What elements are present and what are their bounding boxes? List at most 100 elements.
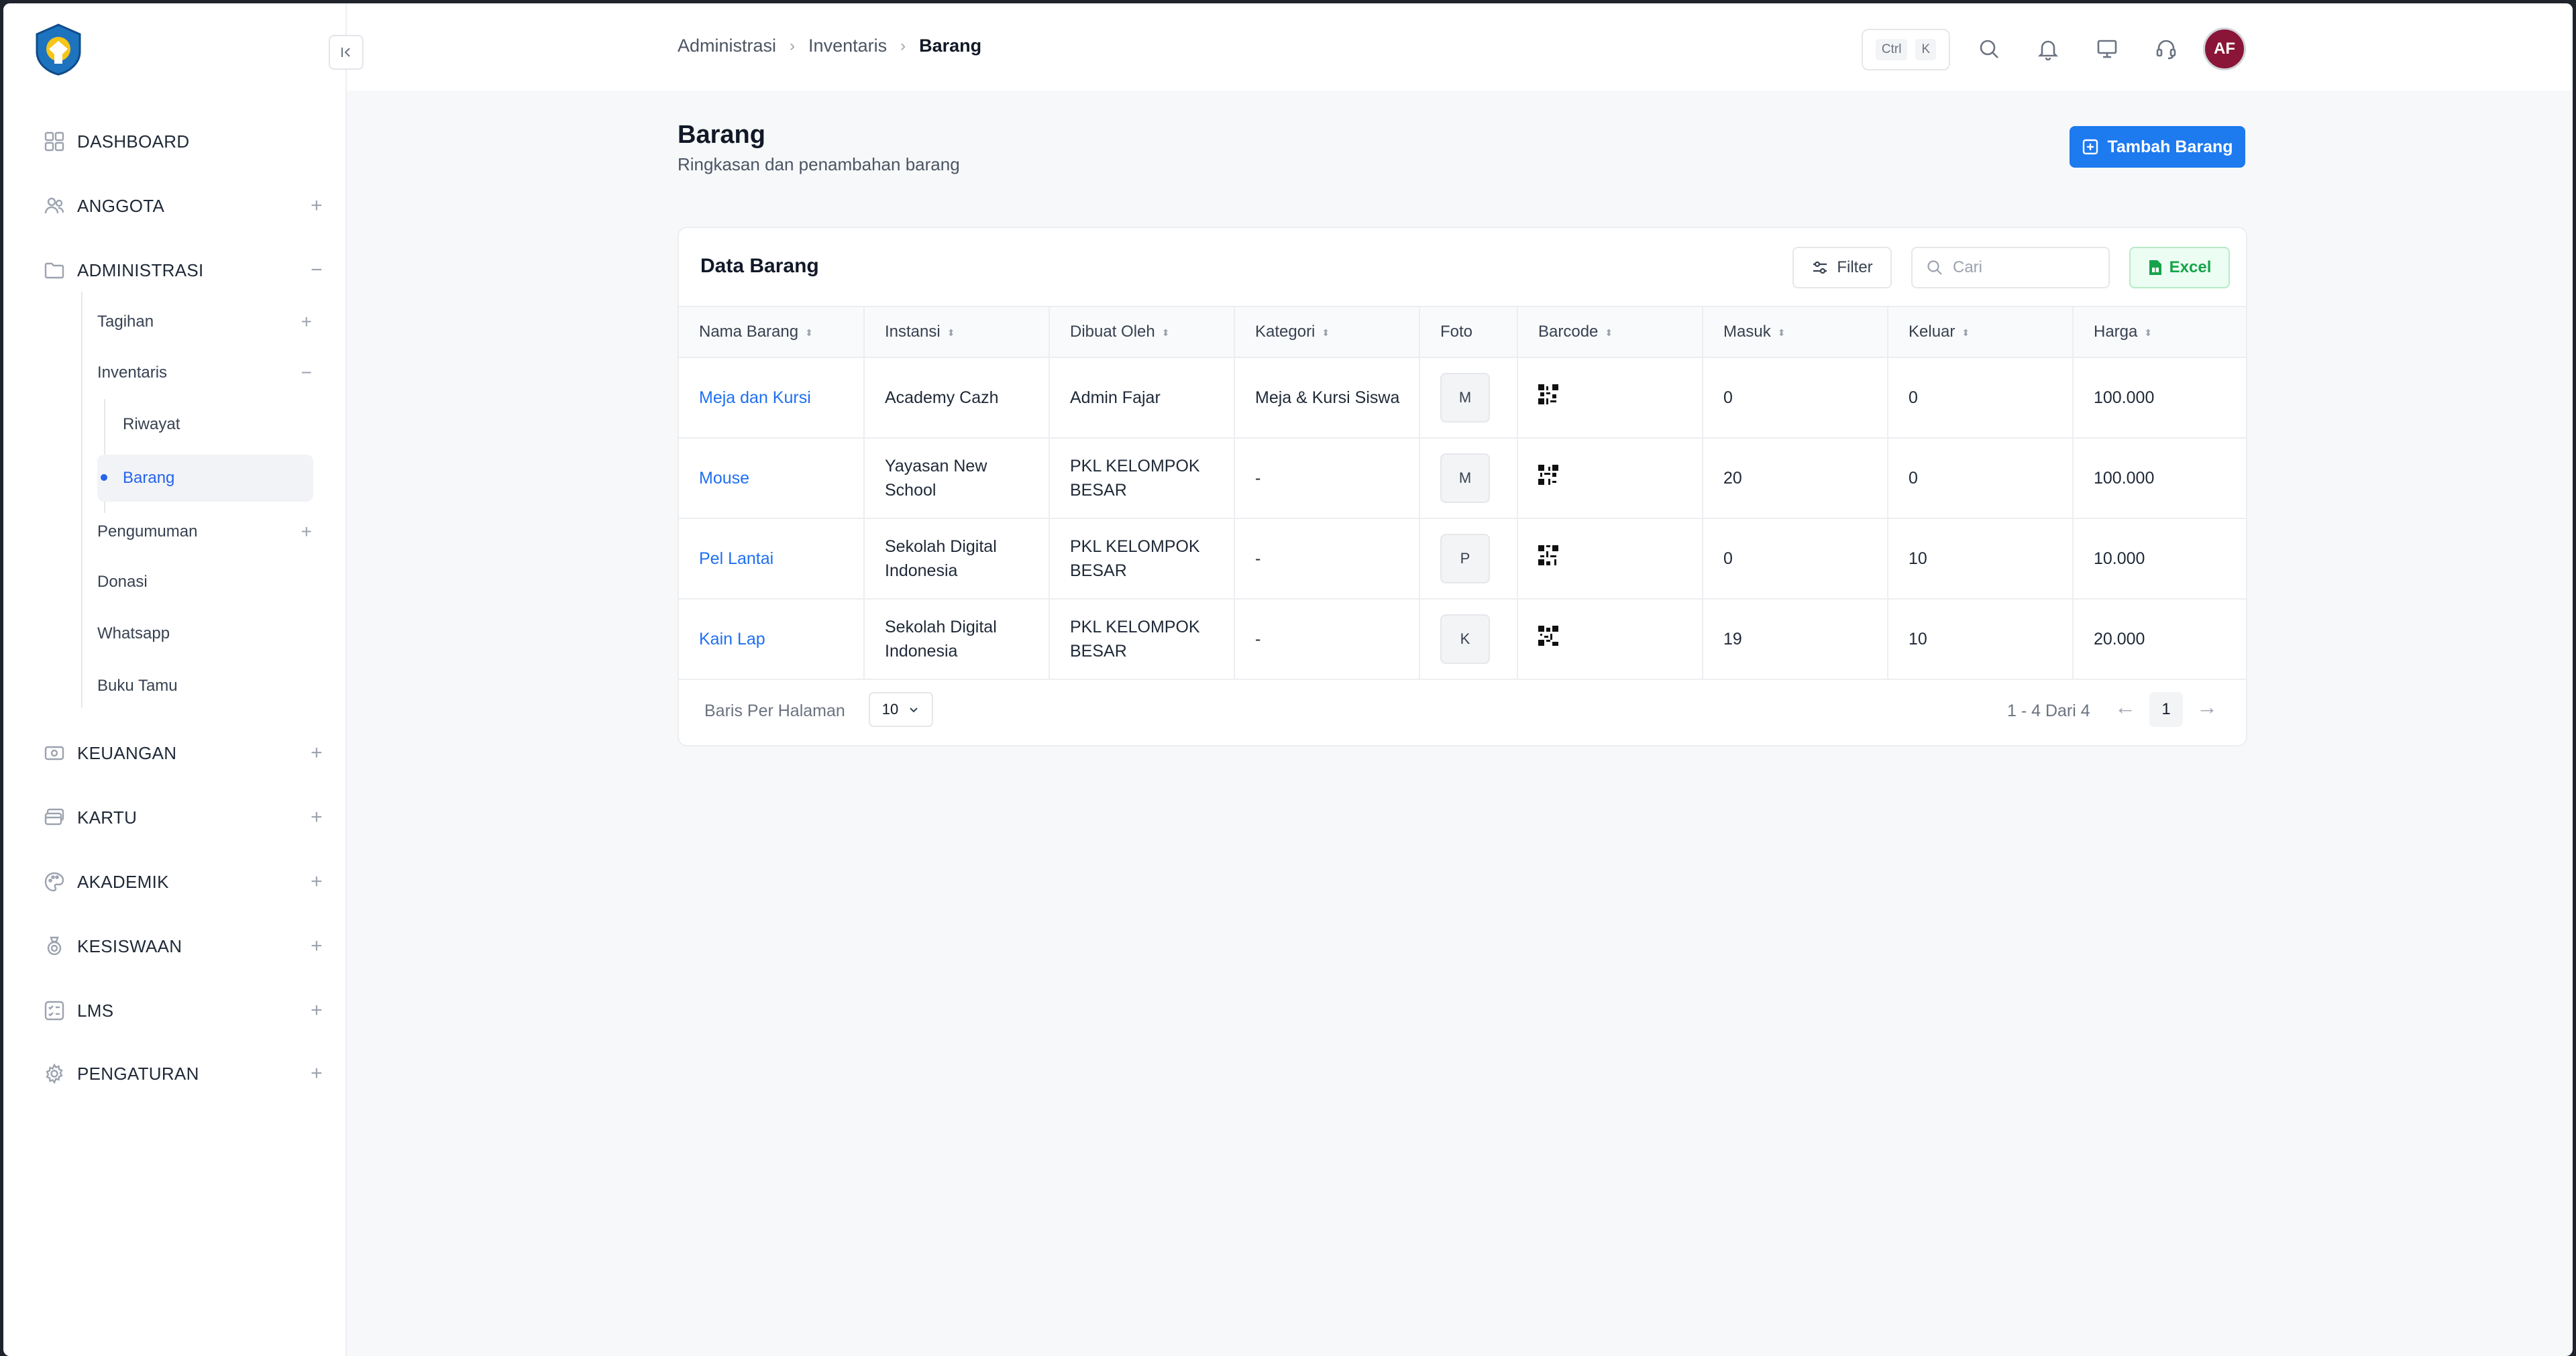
sort-icon[interactable]: ⬍	[1962, 328, 1970, 337]
add-item-button[interactable]: Tambah Barang	[2070, 126, 2245, 168]
nav-kartu[interactable]: KARTU +	[41, 799, 323, 836]
expand-icon[interactable]: +	[311, 194, 323, 217]
headset-icon[interactable]	[2151, 34, 2181, 64]
cell-kategori: -	[1234, 599, 1420, 680]
collapse-icon[interactable]: −	[311, 259, 323, 282]
nav-label: DASHBOARD	[77, 131, 190, 152]
nav-administrasi[interactable]: ADMINISTRASI −	[41, 251, 323, 289]
nav-donasi[interactable]: Donasi	[97, 563, 312, 601]
filter-button[interactable]: Filter	[1792, 247, 1892, 288]
photo-thumbnail[interactable]: M	[1440, 373, 1490, 422]
sort-icon[interactable]: ⬍	[1162, 328, 1170, 337]
col-keluar[interactable]: Keluar ⬍	[1888, 306, 2074, 358]
cell-dibuat: PKL KELOMPOK BESAR	[1049, 438, 1235, 519]
photo-thumbnail[interactable]: P	[1440, 534, 1490, 583]
sort-icon[interactable]: ⬍	[947, 328, 955, 337]
header-label: Instansi	[885, 323, 941, 341]
app-window: DASHBOARD ANGGOTA + ADMINISTRASI − Tagih…	[3, 3, 2573, 1356]
prev-page-icon[interactable]: ←	[2114, 695, 2136, 720]
bell-icon[interactable]	[2033, 34, 2063, 64]
app-logo[interactable]	[32, 22, 85, 76]
page-title: Barang	[678, 121, 765, 149]
cell-dibuat: PKL KELOMPOK BESAR	[1049, 518, 1235, 600]
qr-code-icon[interactable]	[1538, 545, 1558, 565]
nav-inventaris[interactable]: Inventaris −	[97, 354, 312, 392]
photo-thumbnail[interactable]: K	[1440, 614, 1490, 664]
collapse-icon[interactable]: −	[301, 362, 312, 384]
search-input[interactable]	[1953, 258, 2087, 277]
expand-icon[interactable]: +	[311, 742, 323, 765]
header-label: Foto	[1440, 323, 1473, 341]
sliders-icon	[1813, 261, 1827, 274]
expand-icon[interactable]: +	[311, 870, 323, 893]
expand-icon[interactable]: +	[311, 1062, 323, 1085]
nav-barang[interactable]: Barang	[123, 459, 311, 497]
sub-label: Barang	[123, 469, 175, 487]
cell-kategori: Meja & Kursi Siswa	[1234, 357, 1420, 439]
expand-icon[interactable]: +	[311, 999, 323, 1022]
col-kategori[interactable]: Kategori ⬍	[1234, 306, 1420, 358]
qr-code-icon[interactable]	[1538, 465, 1558, 485]
search-field[interactable]	[1911, 247, 2110, 288]
sort-icon[interactable]: ⬍	[805, 328, 813, 337]
cell-harga: 20.000	[2073, 599, 2246, 680]
rows-per-page-select[interactable]: 10	[869, 692, 933, 727]
nav-kesiswaan[interactable]: KESISWAAN +	[41, 927, 323, 965]
next-page-icon[interactable]: →	[2196, 695, 2218, 720]
breadcrumb-inventaris[interactable]: Inventaris	[808, 36, 887, 56]
nav-riwayat[interactable]: Riwayat	[123, 406, 311, 443]
sort-icon[interactable]: ⬍	[1322, 328, 1330, 337]
col-barcode[interactable]: Barcode ⬍	[1517, 306, 1703, 358]
expand-icon[interactable]: +	[301, 311, 312, 333]
item-link[interactable]: Pel Lantai	[699, 549, 773, 568]
photo-thumbnail[interactable]: M	[1440, 453, 1490, 503]
page-button-current[interactable]: 1	[2149, 692, 2183, 727]
nav-keuangan[interactable]: KEUANGAN +	[41, 734, 323, 772]
item-link[interactable]: Kain Lap	[699, 630, 765, 648]
nav-buku-tamu[interactable]: Buku Tamu	[97, 667, 312, 705]
cell-keluar: 0	[1888, 438, 2074, 519]
collapse-sidebar-button[interactable]	[329, 35, 364, 70]
nav-tagihan[interactable]: Tagihan +	[97, 303, 312, 341]
col-masuk[interactable]: Masuk ⬍	[1703, 306, 1888, 358]
cell-nama: Pel Lantai	[679, 518, 865, 600]
sort-icon[interactable]: ⬍	[1605, 328, 1613, 337]
expand-icon[interactable]: +	[311, 806, 323, 829]
qr-code-icon[interactable]	[1538, 384, 1558, 404]
nav-pengaturan[interactable]: PENGATURAN +	[41, 1055, 323, 1092]
breadcrumb-administrasi[interactable]: Administrasi	[678, 36, 776, 56]
nav-anggota[interactable]: ANGGOTA +	[41, 187, 323, 225]
nav-pengumuman[interactable]: Pengumuman +	[97, 513, 312, 551]
expand-icon[interactable]: +	[301, 521, 312, 543]
col-instansi[interactable]: Instansi ⬍	[864, 306, 1050, 358]
table-row: Kain Lap Sekolah Digital Indonesia PKL K…	[679, 599, 2246, 680]
sort-icon[interactable]: ⬍	[1778, 328, 1786, 337]
user-avatar[interactable]: AF	[2203, 27, 2246, 70]
nav-label: PENGATURAN	[77, 1063, 199, 1084]
monitor-icon[interactable]	[2092, 34, 2122, 64]
search-icon[interactable]	[1974, 34, 2004, 64]
nav-akademik[interactable]: AKADEMIK +	[41, 863, 323, 901]
export-excel-button[interactable]: Excel	[2129, 247, 2230, 288]
qr-code-icon[interactable]	[1538, 626, 1558, 646]
col-harga[interactable]: Harga ⬍	[2073, 306, 2246, 358]
command-palette-shortcut[interactable]: Ctrl K	[1862, 29, 1950, 70]
header-label: Keluar	[1909, 323, 1955, 341]
kbd-k: K	[1915, 39, 1937, 60]
nav-lms[interactable]: LMS +	[41, 992, 323, 1029]
cell-keluar: 10	[1888, 518, 2074, 600]
medal-icon	[41, 933, 68, 960]
nav-whatsapp[interactable]: Whatsapp	[97, 615, 312, 653]
cell-masuk: 0	[1703, 518, 1888, 600]
item-link[interactable]: Meja dan Kursi	[699, 388, 811, 407]
col-nama-barang[interactable]: Nama Barang ⬍	[679, 306, 865, 358]
sort-icon[interactable]: ⬍	[2144, 328, 2152, 337]
nav-dashboard[interactable]: DASHBOARD	[41, 123, 323, 160]
header-label: Dibuat Oleh	[1070, 323, 1155, 341]
expand-icon[interactable]: +	[311, 935, 323, 958]
gear-icon	[41, 1060, 68, 1087]
nav-label: ADMINISTRASI	[77, 260, 204, 280]
item-link[interactable]: Mouse	[699, 469, 749, 488]
header-label: Masuk	[1723, 323, 1771, 341]
col-dibuat-oleh[interactable]: Dibuat Oleh ⬍	[1049, 306, 1235, 358]
